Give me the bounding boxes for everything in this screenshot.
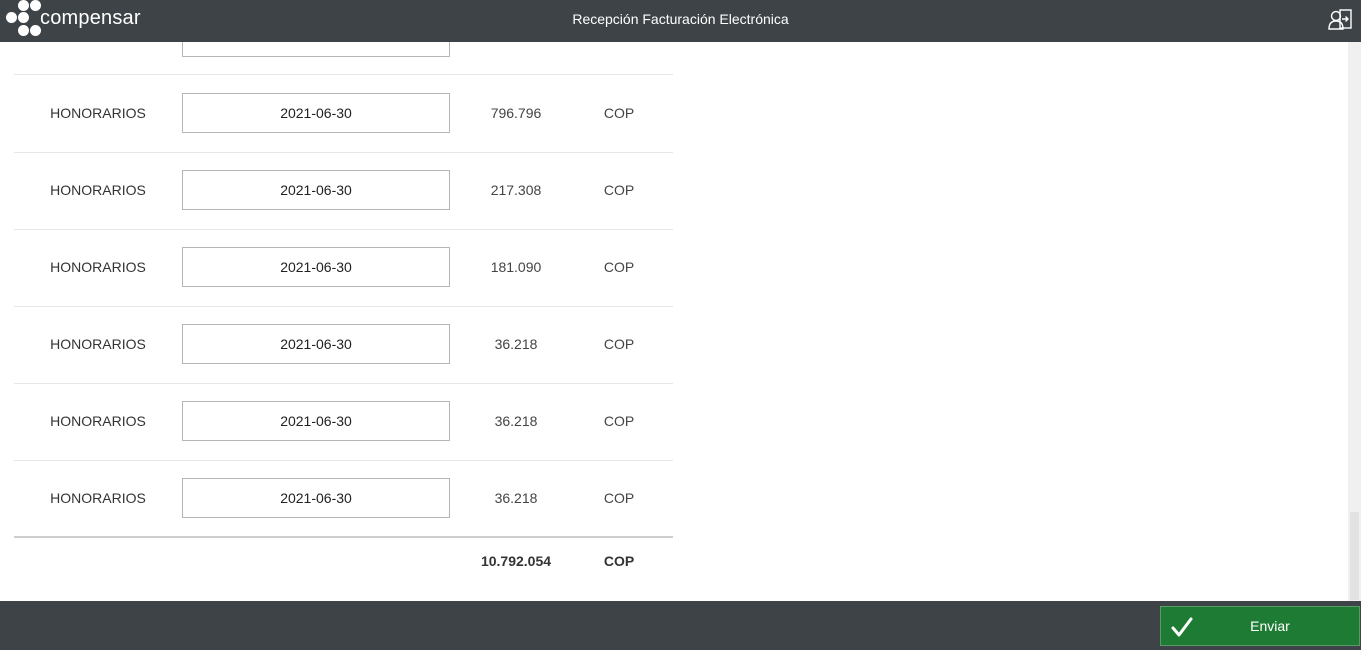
total-currency: COP — [603, 553, 635, 569]
concept-label: HONORARIOS — [50, 182, 146, 198]
amount-value: 36.218 — [494, 336, 538, 352]
table-row: HONORARIOS 2021-06-30 36.218 COP — [14, 383, 673, 461]
currency-label: COP — [603, 105, 635, 121]
date-field[interactable]: 2021-06-30 — [182, 170, 450, 210]
date-field[interactable]: 2021-06-30 — [182, 93, 450, 133]
footer-bar: Enviar — [0, 601, 1361, 650]
concept-label: HONORARIOS — [50, 490, 146, 506]
table-row: HONORARIOS 2021-06-30 217.308 COP — [14, 152, 673, 230]
date-field[interactable] — [182, 42, 450, 57]
concept-label: HONORARIOS — [50, 413, 146, 429]
vertical-scrollbar[interactable] — [1348, 42, 1361, 601]
table-row — [14, 42, 673, 75]
user-exit-icon — [1328, 9, 1352, 30]
concept-label: HONORARIOS — [50, 259, 146, 275]
invoice-table: HONORARIOS 2021-06-30 796.796 COP HONORA… — [0, 42, 1348, 601]
scrollbar-thumb[interactable] — [1350, 512, 1359, 600]
total-row: 10.792.054 COP — [14, 536, 673, 598]
send-button-label: Enviar — [1250, 618, 1290, 634]
top-bar: compensar Recepción Facturación Electrón… — [0, 0, 1361, 42]
table-row: HONORARIOS 2021-06-30 36.218 COP — [14, 306, 673, 384]
currency-label: COP — [603, 336, 635, 352]
table-row: HONORARIOS 2021-06-30 181.090 COP — [14, 229, 673, 307]
date-field[interactable]: 2021-06-30 — [182, 247, 450, 287]
total-amount: 10.792.054 — [480, 553, 552, 569]
amount-value: 36.218 — [494, 413, 538, 429]
user-exit-button[interactable] — [1327, 7, 1353, 33]
currency-label: COP — [603, 490, 635, 506]
currency-label: COP — [603, 413, 635, 429]
page-title: Recepción Facturación Electrónica — [572, 11, 789, 27]
amount-value: 36.218 — [494, 490, 538, 506]
amount-value: 181.090 — [490, 259, 542, 275]
currency-label: COP — [603, 182, 635, 198]
check-icon — [1171, 617, 1193, 637]
currency-label: COP — [603, 259, 635, 275]
table-row: HONORARIOS 2021-06-30 36.218 COP — [14, 460, 673, 537]
concept-label: HONORARIOS — [50, 336, 146, 352]
amount-value: 796.796 — [490, 105, 542, 121]
date-field[interactable]: 2021-06-30 — [182, 324, 450, 364]
table-row: HONORARIOS 2021-06-30 796.796 COP — [14, 75, 673, 153]
date-field[interactable]: 2021-06-30 — [182, 401, 450, 441]
send-button[interactable]: Enviar — [1160, 606, 1360, 646]
date-field[interactable]: 2021-06-30 — [182, 478, 450, 518]
amount-value: 217.308 — [490, 182, 542, 198]
concept-label: HONORARIOS — [50, 105, 146, 121]
